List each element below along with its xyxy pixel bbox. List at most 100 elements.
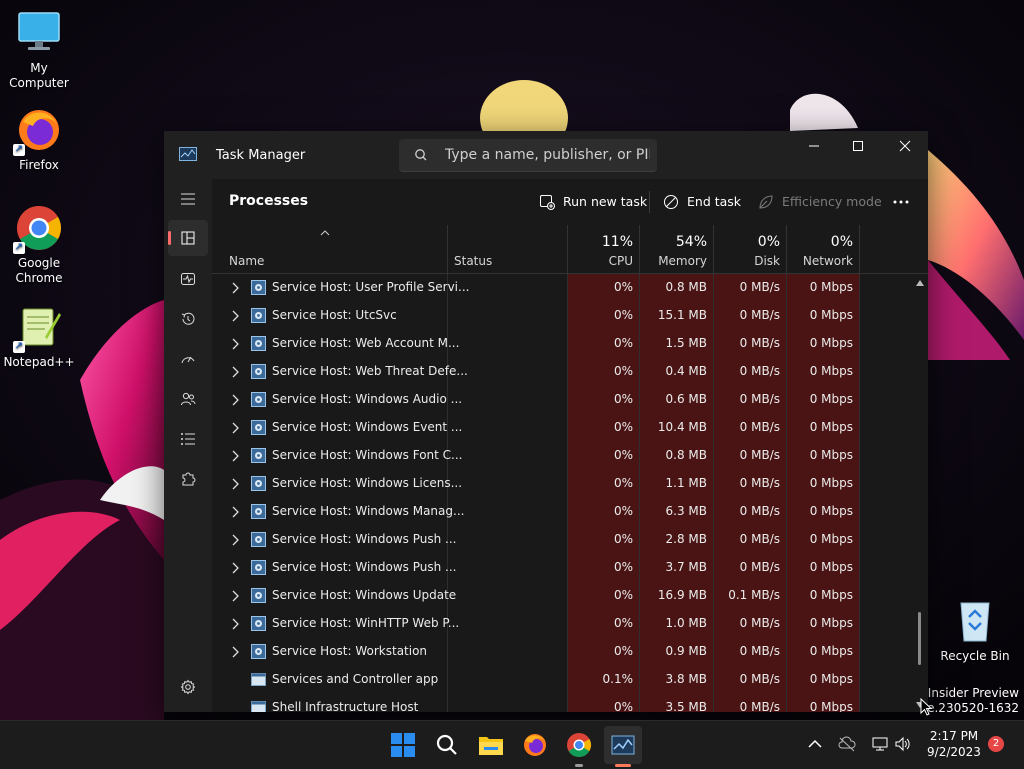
desktop-icon-chrome[interactable]: ↗ Google Chrome — [1, 204, 77, 286]
network-icon[interactable] — [871, 736, 889, 752]
close-button[interactable] — [882, 131, 928, 161]
firefox-taskbar-button[interactable] — [519, 729, 551, 761]
process-cpu-value: 0% — [613, 560, 633, 574]
end-task-button[interactable]: End task — [663, 187, 743, 217]
process-memory-value: 16.9 MB — [657, 588, 707, 602]
scrollbar-thumb[interactable] — [918, 612, 921, 665]
expand-chevron-icon[interactable] — [231, 506, 239, 518]
expand-chevron-icon[interactable] — [231, 590, 239, 602]
table-row[interactable]: Service Host: Windows Push ... 0% 3.7 MB 0 … — [212, 554, 912, 582]
table-row[interactable]: Service Host: Windows Audio ... 0% 0.6 MB 0… — [212, 386, 912, 414]
desktop-icon-my-computer[interactable]: My Computer — [1, 9, 77, 91]
title-bar[interactable]: Task Manager — [164, 131, 928, 179]
file-explorer-taskbar-button[interactable] — [475, 729, 507, 761]
service-host-gear-icon — [251, 616, 266, 631]
cpu-total-percent: 11% — [601, 234, 633, 250]
process-disk-value: 0 MB/s — [739, 616, 780, 630]
show-hidden-icons-chevron-icon[interactable] — [808, 739, 822, 749]
column-header-cpu[interactable]: 11% CPU — [568, 225, 640, 273]
nav-item-performance[interactable] — [168, 261, 208, 297]
vertical-scrollbar[interactable] — [914, 276, 926, 712]
search-input[interactable] — [445, 139, 650, 170]
column-header-memory[interactable]: 54% Memory — [640, 225, 714, 273]
process-name: Service Host: Workstation — [272, 644, 428, 658]
expand-chevron-icon[interactable] — [231, 394, 239, 406]
service-host-gear-icon — [251, 392, 266, 407]
process-cpu-value: 0% — [613, 448, 633, 462]
search-box[interactable] — [399, 139, 657, 172]
nav-item-startup-apps[interactable] — [168, 341, 208, 377]
expand-chevron-icon[interactable] — [231, 562, 239, 574]
expand-chevron-icon[interactable] — [231, 282, 239, 294]
table-row[interactable]: Service Host: Windows Push ... 0% 2.8 MB 0 … — [212, 526, 912, 554]
performance-icon — [181, 273, 195, 285]
table-row[interactable]: Service Host: Windows Font C... 0% 0.8 MB 0… — [212, 442, 912, 470]
clock-time: 2:17 PM — [929, 729, 979, 743]
expand-chevron-icon[interactable] — [231, 338, 239, 350]
taskbar-clock[interactable]: 2:17 PM 9/2/2023 — [920, 728, 988, 760]
expand-chevron-icon[interactable] — [231, 450, 239, 462]
table-row[interactable]: Service Host: Workstation 0% 0.9 MB 0 MB/s 0… — [212, 638, 912, 666]
network-total-percent: 0% — [830, 234, 853, 250]
start-button[interactable] — [387, 729, 419, 761]
maximize-button[interactable] — [835, 131, 881, 161]
efficiency-mode-button[interactable]: Efficiency mode — [758, 187, 882, 217]
process-network-value: 0 Mbps — [809, 532, 853, 546]
process-name: Service Host: Web Threat Defe... — [272, 364, 468, 378]
minimize-button[interactable] — [791, 131, 837, 161]
column-header-network[interactable]: 0% Network — [787, 225, 860, 273]
nav-item-users[interactable] — [168, 381, 208, 417]
expand-chevron-icon[interactable] — [231, 366, 239, 378]
table-row[interactable]: Shell Infrastructure Host 0% 3.5 MB 0 MB/s 0… — [212, 694, 912, 712]
nav-item-settings[interactable] — [168, 669, 208, 705]
process-memory-value: 15.1 MB — [657, 308, 707, 322]
process-disk-value: 0 MB/s — [739, 644, 780, 658]
task-manager-taskbar-button[interactable] — [604, 726, 642, 764]
table-row[interactable]: Service Host: Windows Update 0% 16.9 MB 0.1… — [212, 582, 912, 610]
table-row[interactable]: Service Host: User Profile Servi... 0% 0.8… — [212, 274, 912, 302]
process-disk-value: 0 MB/s — [739, 672, 780, 686]
table-row[interactable]: Service Host: UtcSvc 0% 15.1 MB 0 MB/s 0 Mbp… — [212, 302, 912, 330]
service-host-gear-icon — [251, 560, 266, 575]
process-memory-value: 0.9 MB — [665, 644, 707, 658]
process-network-value: 0 Mbps — [809, 616, 853, 630]
column-header-name[interactable]: Name — [212, 225, 448, 273]
expand-chevron-icon[interactable] — [231, 310, 239, 322]
expand-chevron-icon[interactable] — [231, 618, 239, 630]
table-row[interactable]: Service Host: WinHTTP Web P... 0% 1.0 MB 0 … — [212, 610, 912, 638]
column-header-status[interactable]: Status — [448, 225, 568, 273]
notification-badge[interactable]: 2 — [988, 736, 1004, 752]
desktop-icon-recycle-bin[interactable]: Recycle Bin — [937, 597, 1013, 664]
search-taskbar-button[interactable] — [431, 729, 463, 761]
nav-menu-toggle[interactable] — [168, 181, 208, 217]
table-row[interactable]: Service Host: Web Threat Defe... 0% 0.4 MB… — [212, 358, 912, 386]
process-disk-value: 0 MB/s — [739, 700, 780, 712]
nav-item-app-history[interactable] — [168, 301, 208, 337]
service-host-gear-icon — [251, 308, 266, 323]
table-row[interactable]: Service Host: Web Account M... 0% 1.5 MB 0 … — [212, 330, 912, 358]
expand-chevron-icon[interactable] — [231, 422, 239, 434]
table-row[interactable]: Service Host: Windows Manag... 0% 6.3 MB 0 … — [212, 498, 912, 526]
maximize-icon — [853, 141, 863, 151]
nav-item-processes[interactable] — [168, 220, 208, 256]
desktop-icon-notepadpp[interactable]: ↗ Notepad++ — [1, 303, 77, 370]
expand-chevron-icon[interactable] — [231, 646, 239, 658]
nav-item-details[interactable] — [168, 421, 208, 457]
application-window-icon — [251, 673, 266, 686]
volume-icon[interactable] — [894, 736, 912, 752]
process-network-value: 0 Mbps — [809, 448, 853, 462]
onedrive-cloud-offline-icon[interactable] — [838, 736, 856, 752]
table-row[interactable]: Service Host: Windows Licens... 0% 1.1 MB 0… — [212, 470, 912, 498]
desktop-icon-firefox[interactable]: ↗ Firefox — [1, 106, 77, 173]
process-cpu-value: 0.1% — [602, 672, 634, 686]
run-new-task-button[interactable]: Run new task — [539, 187, 647, 217]
more-options-button[interactable] — [892, 187, 916, 217]
shortcut-arrow-icon: ↗ — [13, 144, 25, 156]
column-header-disk[interactable]: 0% Disk — [714, 225, 787, 273]
nav-item-services[interactable] — [168, 461, 208, 497]
chrome-taskbar-button[interactable] — [563, 729, 595, 761]
table-row[interactable]: Service Host: Windows Event ... 0% 10.4 MB… — [212, 414, 912, 442]
expand-chevron-icon[interactable] — [231, 534, 239, 546]
table-row[interactable]: Services and Controller app 0.1% 3.8 MB 0 M… — [212, 666, 912, 694]
expand-chevron-icon[interactable] — [231, 478, 239, 490]
